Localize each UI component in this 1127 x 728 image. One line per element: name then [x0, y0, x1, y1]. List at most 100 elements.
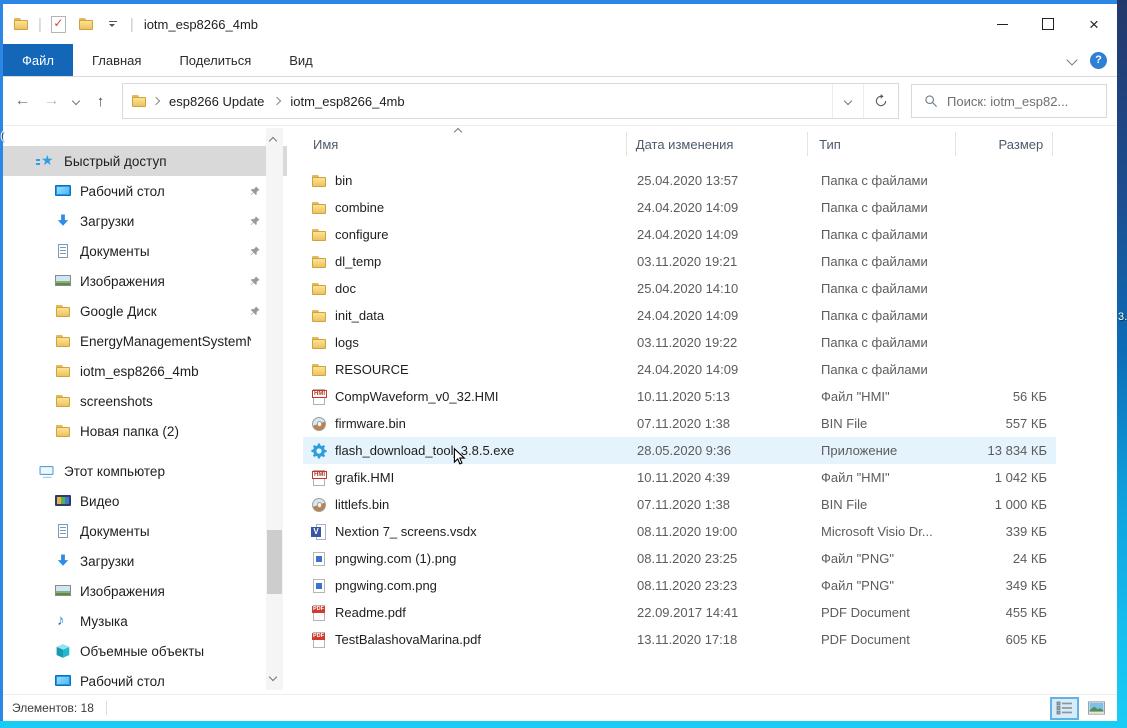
file-row[interactable]: TestBalashovaMarina.pdf 13.11.2020 17:18…	[303, 626, 1056, 653]
picture-icon	[55, 273, 71, 289]
breadcrumb-segment[interactable]: esp8266 Update	[165, 84, 268, 118]
help-icon[interactable]: ?	[1090, 52, 1107, 69]
file-type: BIN File	[810, 497, 958, 512]
file-row[interactable]: dl_temp 03.11.2020 19:21 Папка с файлами	[303, 248, 1056, 275]
status-bar: Элементов: 18	[3, 694, 1117, 721]
file-name: doc	[335, 281, 356, 296]
file-row[interactable]: bin 25.04.2020 13:57 Папка с файлами	[303, 167, 1056, 194]
tab-home[interactable]: Главная	[73, 44, 160, 76]
sidebar-item-изображения[interactable]: Изображения	[3, 576, 287, 606]
thumbnails-view-button[interactable]	[1082, 697, 1111, 720]
file-name: Nextion 7_ screens.vsdx	[335, 524, 477, 539]
close-button[interactable]: ×	[1071, 4, 1117, 44]
breadcrumb-folder-icon	[131, 93, 147, 109]
new-folder-icon[interactable]	[76, 14, 96, 34]
disc-icon	[311, 416, 327, 432]
customize-quick-access-arrow-icon[interactable]	[103, 14, 123, 34]
items-count: Элементов: 18	[12, 701, 94, 715]
sidebar-item-загрузки[interactable]: Загрузки	[3, 546, 287, 576]
png-icon	[311, 578, 327, 594]
file-row[interactable]: combine 24.04.2020 14:09 Папка с файлами	[303, 194, 1056, 221]
file-date: 25.04.2020 13:57	[628, 173, 810, 188]
file-row[interactable]: grafik.HMI 10.11.2020 4:39 Файл "HMI" 1 …	[303, 464, 1056, 491]
file-row[interactable]: pngwing.com (1).png 08.11.2020 23:25 Фай…	[303, 545, 1056, 572]
refresh-icon[interactable]	[863, 84, 898, 118]
file-name: firmware.bin	[335, 416, 406, 431]
file-row[interactable]: littlefs.bin 07.11.2020 1:38 BIN File 1 …	[303, 491, 1056, 518]
tab-file[interactable]: Файл	[3, 44, 73, 76]
folder-icon	[55, 333, 71, 349]
sidebar-item-изображения[interactable]: Изображения	[3, 266, 287, 296]
file-name: CompWaveform_v0_32.HMI	[335, 389, 499, 404]
file-row[interactable]: configure 24.04.2020 14:09 Папка с файла…	[303, 221, 1056, 248]
properties-icon[interactable]	[49, 14, 69, 34]
file-row[interactable]: pngwing.com.png 08.11.2020 23:23 Файл "P…	[303, 572, 1056, 599]
sidebar-item-документы[interactable]: Документы	[3, 516, 287, 546]
sidebar-item-iotm-esp8266-4mb[interactable]: iotm_esp8266_4mb	[3, 356, 287, 386]
sidebar-item-energymanagementsystemn[interactable]: EnergyManagementSystemN	[3, 326, 287, 356]
scroll-down-icon[interactable]	[270, 667, 276, 685]
sidebar-item-новая-папка-2-[interactable]: Новая папка (2)	[3, 416, 287, 446]
sidebar-item-google-диск[interactable]: Google Диск	[3, 296, 287, 326]
sidebar-item-screenshots[interactable]: screenshots	[3, 386, 287, 416]
sidebar-item-быстрый-доступ[interactable]: Быстрый доступ	[3, 146, 287, 176]
search-input[interactable]: Поиск: iotm_esp82...	[911, 84, 1107, 118]
sidebar-item-документы[interactable]: Документы	[3, 236, 287, 266]
file-row[interactable]: logs 03.11.2020 19:22 Папка с файлами	[303, 329, 1056, 356]
forward-button[interactable]: →	[38, 86, 65, 116]
file-row[interactable]: Nextion 7_ screens.vsdx 08.11.2020 19:00…	[303, 518, 1056, 545]
tab-view[interactable]: Вид	[270, 44, 332, 76]
scroll-up-icon[interactable]	[270, 131, 276, 149]
file-row[interactable]: CompWaveform_v0_32.HMI 10.11.2020 5:13 Ф…	[303, 383, 1056, 410]
file-rows: bin 25.04.2020 13:57 Папка с файлами com…	[303, 167, 1117, 653]
pdf-icon	[311, 605, 327, 621]
sidebar-scrollbar[interactable]	[266, 128, 283, 690]
file-date: 24.04.2020 14:09	[628, 362, 810, 377]
column-header-date[interactable]: Дата изменения	[627, 132, 808, 156]
maximize-button[interactable]	[1025, 4, 1071, 44]
sidebar-item-музыка[interactable]: Музыка	[3, 606, 287, 636]
collapse-ribbon-icon[interactable]	[1068, 51, 1076, 69]
address-bar[interactable]: esp8266 Update iotm_esp8266_4mb	[122, 83, 899, 119]
address-dropdown-icon[interactable]	[832, 84, 863, 118]
file-row[interactable]: init_data 24.04.2020 14:09 Папка с файла…	[303, 302, 1056, 329]
tab-share[interactable]: Поделиться	[160, 44, 270, 76]
sidebar-item-рабочий-стол[interactable]: Рабочий стол	[3, 176, 287, 206]
column-header-size[interactable]: Размер	[956, 132, 1054, 156]
downloads-icon	[55, 213, 71, 229]
ribbon-tab-bar: Файл Главная Поделиться Вид ?	[3, 44, 1117, 77]
file-row[interactable]: Readme.pdf 22.09.2017 14:41 PDF Document…	[303, 599, 1056, 626]
sidebar-item-объемные-объекты[interactable]: Объемные объекты	[3, 636, 287, 666]
sidebar-item-рабочий-стол[interactable]: Рабочий стол	[3, 666, 287, 694]
details-view-button[interactable]	[1050, 697, 1079, 720]
sidebar-item-label: screenshots	[80, 394, 153, 409]
file-size: 605 КБ	[958, 632, 1056, 647]
file-name: combine	[335, 200, 384, 215]
file-row[interactable]: RESOURCE 24.04.2020 14:09 Папка с файлам…	[303, 356, 1056, 383]
document-icon	[55, 243, 71, 259]
separator: |	[130, 16, 134, 33]
file-row[interactable]: firmware.bin 07.11.2020 1:38 BIN File 55…	[303, 410, 1056, 437]
file-row[interactable]: flash_download_tool_3.8.5.exe 28.05.2020…	[303, 437, 1056, 464]
scrollbar-thumb[interactable]	[267, 530, 282, 594]
sidebar-item-видео[interactable]: Видео	[3, 486, 287, 516]
file-name: littlefs.bin	[335, 497, 389, 512]
file-type: Приложение	[810, 443, 958, 458]
file-date: 07.11.2020 1:38	[628, 416, 810, 431]
file-type: PDF Document	[810, 605, 958, 620]
breadcrumb-segment[interactable]: iotm_esp8266_4mb	[286, 84, 408, 118]
file-date: 25.04.2020 14:10	[628, 281, 810, 296]
file-row[interactable]: doc 25.04.2020 14:10 Папка с файлами	[303, 275, 1056, 302]
back-button[interactable]: ←	[9, 86, 36, 116]
desktop-icon	[55, 183, 71, 199]
up-button[interactable]: ↑	[87, 86, 114, 116]
recent-locations-icon[interactable]	[67, 86, 85, 116]
sidebar-item-этот-компьютер[interactable]: Этот компьютер	[3, 456, 287, 486]
explorer-folder-icon[interactable]	[11, 14, 31, 34]
column-header-type[interactable]: Тип	[808, 132, 955, 156]
column-header-extra[interactable]	[1053, 132, 1117, 156]
column-header-name[interactable]: Имя	[303, 132, 627, 156]
folder-icon	[55, 303, 71, 319]
minimize-button[interactable]	[979, 4, 1025, 44]
sidebar-item-загрузки[interactable]: Загрузки	[3, 206, 287, 236]
